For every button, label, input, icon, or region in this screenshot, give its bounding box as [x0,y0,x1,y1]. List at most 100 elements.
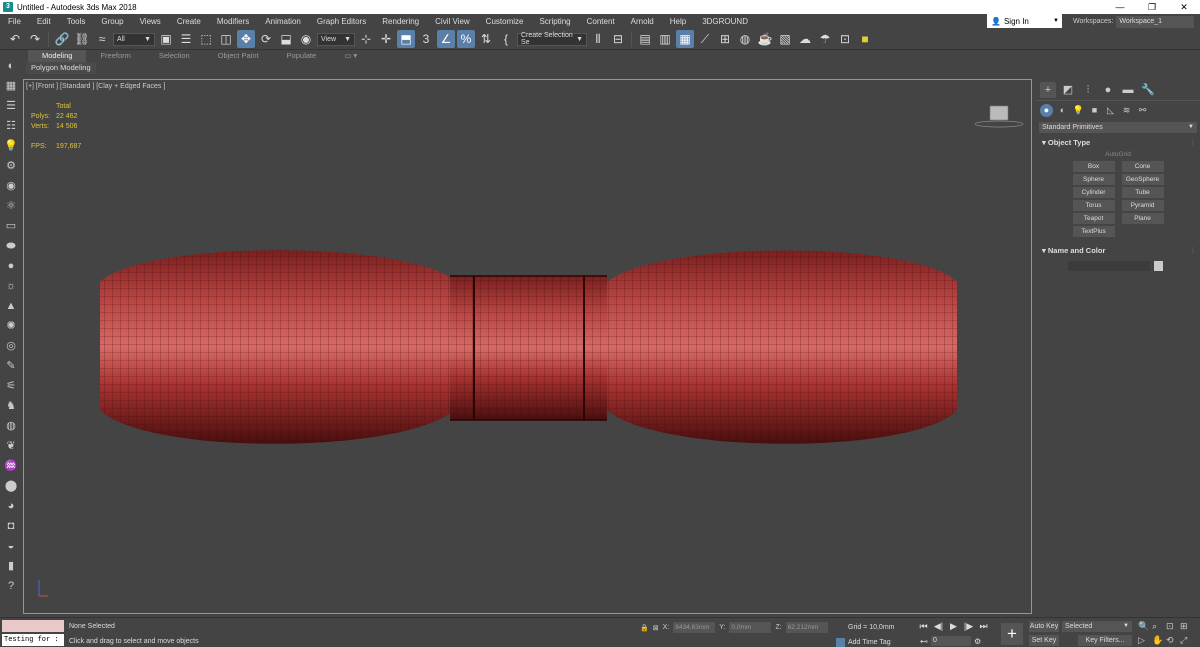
link-icon[interactable]: 🔗 [53,30,71,48]
render-production-icon[interactable]: ☁ [796,30,814,48]
snaps-toggle-icon[interactable]: 3 [417,30,435,48]
object-selection-icon[interactable]: ◐ [3,58,19,74]
geometry-icon[interactable]: ● [1040,103,1053,117]
hair-icon[interactable]: ♒ [3,458,19,474]
display-list-icon[interactable]: ☷ [3,118,19,134]
motion-tab-icon[interactable]: ● [1100,82,1116,98]
pyramid-button[interactable]: Pyramid [1121,200,1164,211]
edit-named-selection-icon[interactable]: { [497,30,515,48]
lights-icon[interactable]: 💡 [1072,104,1085,117]
menu-graph-editors[interactable]: Graph Editors [309,14,374,29]
render-icon[interactable]: ◘ [3,518,19,534]
systems-icon[interactable]: ⚯ [1136,104,1149,117]
plane-button[interactable]: Plane [1121,213,1164,224]
key-filters-button[interactable]: Key Filters... [1078,635,1132,646]
menu-edit[interactable]: Edit [29,14,59,29]
auto-key-button[interactable]: Auto Key [1029,621,1059,632]
menu-arnold[interactable]: Arnold [623,14,662,29]
maximize-button[interactable]: ❐ [1136,0,1168,14]
menu-content[interactable]: Content [579,14,623,29]
help-icon[interactable]: ? [3,578,19,594]
add-time-tag[interactable]: Add Time Tag [836,638,891,647]
layer-icon[interactable]: ▦ [3,78,19,94]
play-icon[interactable]: ▶ [948,621,959,632]
ribbon-subpanel-polygon-modeling[interactable]: Polygon Modeling [26,62,96,74]
spinner-snap-icon[interactable]: ⇅ [477,30,495,48]
previous-frame-icon[interactable]: ◀| [933,621,944,632]
scene-explorer-icon[interactable]: ▤ [636,30,654,48]
droplet-icon[interactable]: ▲ [3,298,19,314]
front-viewport[interactable]: [+] [Front ] [Standard ] [Clay + Edged F… [23,79,1032,614]
field-of-view-icon[interactable]: ▷ [1138,635,1152,646]
render-setup-icon[interactable]: ☕ [756,30,774,48]
render-in-cloud-icon[interactable]: ⊡ [836,30,854,48]
z-coordinate-field[interactable]: 62,212mm [785,622,828,633]
tab-freeform[interactable]: Freeform [86,50,144,62]
minimize-button[interactable]: — [1104,0,1136,14]
menu-views[interactable]: Views [132,14,169,29]
menu-customize[interactable]: Customize [478,14,532,29]
light-bulb-icon[interactable]: 💡 [3,138,19,154]
close-button[interactable]: ✕ [1168,0,1200,14]
lock-selection-icon[interactable]: 🔒 [640,624,649,632]
select-and-place-icon[interactable]: ◉ [297,30,315,48]
menu-modifiers[interactable]: Modifiers [209,14,257,29]
menu-file[interactable]: File [0,14,29,29]
sphere-icon[interactable]: ● [3,258,19,274]
menu-tools[interactable]: Tools [59,14,94,29]
rendered-frame-window-icon[interactable]: ▧ [776,30,794,48]
helpers-icon[interactable]: ◺ [1104,104,1117,117]
key-selection-dropdown[interactable]: Selected ▼ [1062,621,1132,632]
sign-in-button[interactable]: 👤 Sign In ▼ [987,14,1062,28]
zoom-extents-icon[interactable]: ⊡ [1166,621,1180,632]
material-icon[interactable]: ⬤ [3,478,19,494]
unlink-icon[interactable]: ⛓ [73,30,91,48]
cloth-icon[interactable]: ⚟ [3,378,19,394]
zoom-icon[interactable]: 🔍 [1138,621,1152,632]
render-iterative-icon[interactable]: ☂ [816,30,834,48]
percent-snap-icon[interactable]: % [457,30,475,48]
modify-tab-icon[interactable]: ◩ [1060,82,1076,98]
display-tab-icon[interactable]: ▬ [1120,82,1136,98]
zoom-all-icon[interactable]: ⌕ [1152,621,1166,632]
redo-icon[interactable]: ↷ [26,30,44,48]
window-crossing-icon[interactable]: ◫ [217,30,235,48]
box-object-icon[interactable]: ⬬ [3,238,19,254]
space-warps-icon[interactable]: ≋ [1120,104,1133,117]
go-to-end-icon[interactable]: ⏭ [978,621,989,632]
tab-modeling[interactable]: Modeling [28,50,87,62]
ribbon-options-icon[interactable]: ▭ ▾ [330,50,371,62]
tab-selection[interactable]: Selection [145,50,204,62]
torus-button[interactable]: Torus [1072,200,1115,211]
mirror-icon[interactable]: ⫴ [589,30,607,48]
figure-icon[interactable]: ♞ [3,398,19,414]
maxscript-input[interactable]: Testing for : [2,634,64,646]
x-coordinate-field[interactable]: 8434,63mm [673,622,716,633]
menu-group[interactable]: Group [93,14,131,29]
key-mode-icon[interactable]: ⊷ [920,637,928,646]
hierarchy-icon[interactable]: ◉ [3,178,19,194]
primitive-category-dropdown[interactable]: Standard Primitives ▼ [1039,122,1197,133]
helper-icon[interactable]: ☼ [3,278,19,294]
bind-space-warp-icon[interactable]: ≈ [93,30,111,48]
material-editor-icon[interactable]: ◍ [736,30,754,48]
paint-icon[interactable]: ✎ [3,358,19,374]
tube-button[interactable]: Tube [1121,187,1164,198]
menu-help[interactable]: Help [662,14,694,29]
leaf-icon[interactable]: ❦ [3,438,19,454]
hierarchy-tab-icon[interactable]: ⫶ [1080,82,1096,98]
arnold-icon[interactable]: ◒ [3,538,19,554]
menu-civil-view[interactable]: Civil View [427,14,478,29]
current-frame-field[interactable]: 0 [931,636,971,646]
pan-icon[interactable]: ✋ [1152,635,1166,646]
asset-library-icon[interactable]: ■ [856,30,874,48]
sun-icon[interactable]: ✺ [3,318,19,334]
orbit-icon[interactable]: ⟲ [1166,635,1180,646]
scene-list-icon[interactable]: ☰ [3,98,19,114]
lamp-icon[interactable]: ◎ [3,338,19,354]
absolute-mode-icon[interactable]: ⊠ [653,624,659,632]
object-type-header[interactable]: ▾ Object Type ⁞ [1040,137,1196,149]
select-object-icon[interactable]: ▣ [157,30,175,48]
name-and-color-header[interactable]: ▾ Name and Color ⁞ [1040,245,1196,257]
set-keys-button[interactable]: + [1001,623,1023,645]
